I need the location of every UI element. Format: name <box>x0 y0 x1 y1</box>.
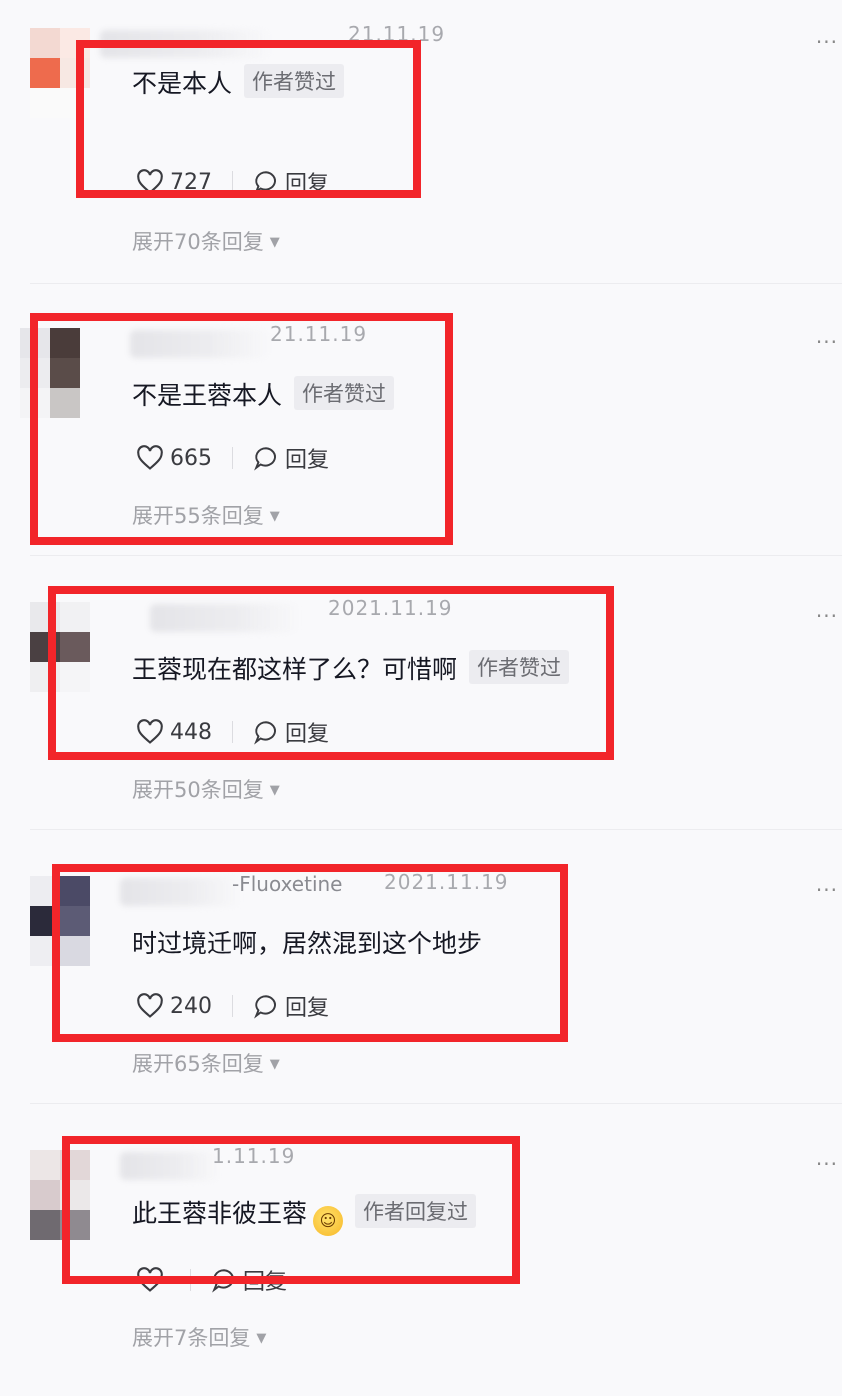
reply-button[interactable]: 回复 <box>285 442 329 474</box>
comment-item: 21.11.19 ··· 不是王蓉本人 作者赞过 665 回复 展开55条回复 ▼ <box>0 300 842 574</box>
comment-text: 不是王蓉本人 作者赞过 <box>132 376 395 412</box>
reply-button[interactable]: 回复 <box>243 1264 287 1296</box>
avatar[interactable] <box>30 876 90 966</box>
expand-replies-label: 展开65条回复 <box>132 1052 264 1076</box>
more-icon[interactable]: ··· <box>816 878 838 902</box>
comment-text: 王蓉现在都这样了么？可惜啊 作者赞过 <box>132 650 570 686</box>
comment-date: 21.11.19 <box>348 22 446 46</box>
heart-icon[interactable] <box>136 169 164 195</box>
expand-replies[interactable]: 展开55条回复 ▼ <box>132 500 280 530</box>
comment-item: 21.11.19 ··· 不是本人 作者赞过 727 回复 展开70条回复 ▼ <box>0 0 842 284</box>
comment-text: 不是本人 作者赞过 <box>132 64 345 100</box>
expand-replies[interactable]: 展开50条回复 ▼ <box>132 774 280 804</box>
username-blurred[interactable] <box>100 30 270 58</box>
username-blurred[interactable] <box>150 604 300 632</box>
comment-bubble-icon[interactable] <box>253 445 279 471</box>
divider <box>232 995 233 1017</box>
heart-icon[interactable] <box>136 993 164 1019</box>
comment-actions: 回复 <box>136 1262 287 1298</box>
divider <box>30 1103 842 1104</box>
divider <box>30 555 842 556</box>
more-icon[interactable]: ··· <box>816 330 838 354</box>
divider <box>232 721 233 743</box>
comment-item: -Fluoxetine 2021.11.19 ··· 时过境迁啊，居然混到这个地… <box>0 848 842 1122</box>
comment-text: 此王蓉非彼王蓉 ☺ 作者回复过 <box>132 1194 477 1236</box>
comment-bubble-icon[interactable] <box>211 1267 237 1293</box>
divider <box>30 829 842 830</box>
reply-button[interactable]: 回复 <box>285 990 329 1022</box>
comment-date: 21.11.19 <box>270 322 368 346</box>
heart-icon[interactable] <box>136 1267 164 1293</box>
username-blurred[interactable] <box>120 878 240 906</box>
reply-button[interactable]: 回复 <box>285 716 329 748</box>
caret-down-icon: ▼ <box>269 235 280 250</box>
avatar[interactable] <box>30 1150 90 1240</box>
caret-down-icon: ▼ <box>269 1057 280 1072</box>
more-icon[interactable]: ··· <box>816 30 838 54</box>
comment-actions: 727 回复 <box>136 164 329 200</box>
author-liked-badge: 作者赞过 <box>469 650 570 684</box>
reply-button[interactable]: 回复 <box>285 166 329 198</box>
comment-item: 2021.11.19 ··· 王蓉现在都这样了么？可惜啊 作者赞过 448 回复 … <box>0 574 842 848</box>
comment-bubble-icon[interactable] <box>253 719 279 745</box>
username-blurred[interactable] <box>130 330 270 358</box>
author-liked-badge: 作者赞过 <box>244 64 345 98</box>
comment-date: 1.11.19 <box>212 1144 296 1168</box>
expand-replies-label: 展开50条回复 <box>132 778 264 802</box>
like-count: 727 <box>170 169 212 195</box>
laughing-tears-emoji: ☺ <box>313 1206 344 1236</box>
comment-body: 时过境迁啊，居然混到这个地步 <box>132 929 483 958</box>
caret-down-icon: ▼ <box>269 783 280 798</box>
divider <box>30 283 842 284</box>
more-icon[interactable]: ··· <box>816 604 838 628</box>
comment-date: 2021.11.19 <box>328 596 453 620</box>
heart-icon[interactable] <box>136 445 164 471</box>
expand-replies-label: 展开7条回复 <box>132 1326 251 1350</box>
like-count: 240 <box>170 993 212 1019</box>
expand-replies-label: 展开70条回复 <box>132 230 264 254</box>
avatar[interactable] <box>30 602 90 692</box>
comment-actions: 448 回复 <box>136 714 329 750</box>
comment-date: 2021.11.19 <box>384 870 509 894</box>
heart-icon[interactable] <box>136 719 164 745</box>
expand-replies[interactable]: 展开70条回复 ▼ <box>132 226 280 256</box>
expand-replies-label: 展开55条回复 <box>132 504 264 528</box>
avatar[interactable] <box>20 328 80 418</box>
comment-body: 王蓉现在都这样了么？可惜啊 <box>132 655 458 684</box>
expand-replies[interactable]: 展开7条回复 ▼ <box>132 1322 266 1352</box>
expand-replies[interactable]: 展开65条回复 ▼ <box>132 1048 280 1078</box>
divider <box>232 447 233 469</box>
author-liked-badge: 作者赞过 <box>294 376 395 410</box>
username-blurred[interactable] <box>120 1152 220 1180</box>
like-count: 665 <box>170 445 212 471</box>
comment-bubble-icon[interactable] <box>253 169 279 195</box>
more-icon[interactable]: ··· <box>816 1152 838 1176</box>
comment-text: 时过境迁啊，居然混到这个地步 <box>132 924 482 960</box>
comment-username[interactable]: -Fluoxetine <box>232 872 342 896</box>
comment-bubble-icon[interactable] <box>253 993 279 1019</box>
divider <box>232 171 233 193</box>
comment-body: 不是王蓉本人 <box>132 381 283 410</box>
caret-down-icon: ▼ <box>269 509 280 524</box>
comment-body: 此王蓉非彼王蓉 <box>132 1199 308 1228</box>
author-replied-badge: 作者回复过 <box>355 1194 477 1228</box>
caret-down-icon: ▼ <box>256 1331 267 1346</box>
comment-actions: 240 回复 <box>136 988 329 1024</box>
divider <box>190 1269 191 1291</box>
like-count: 448 <box>170 719 212 745</box>
comment-body: 不是本人 <box>132 69 233 98</box>
comment-item: 1.11.19 ··· 此王蓉非彼王蓉 ☺ 作者回复过 回复 展开7条回复 ▼ <box>0 1122 842 1396</box>
comment-actions: 665 回复 <box>136 440 329 476</box>
avatar[interactable] <box>30 28 90 118</box>
